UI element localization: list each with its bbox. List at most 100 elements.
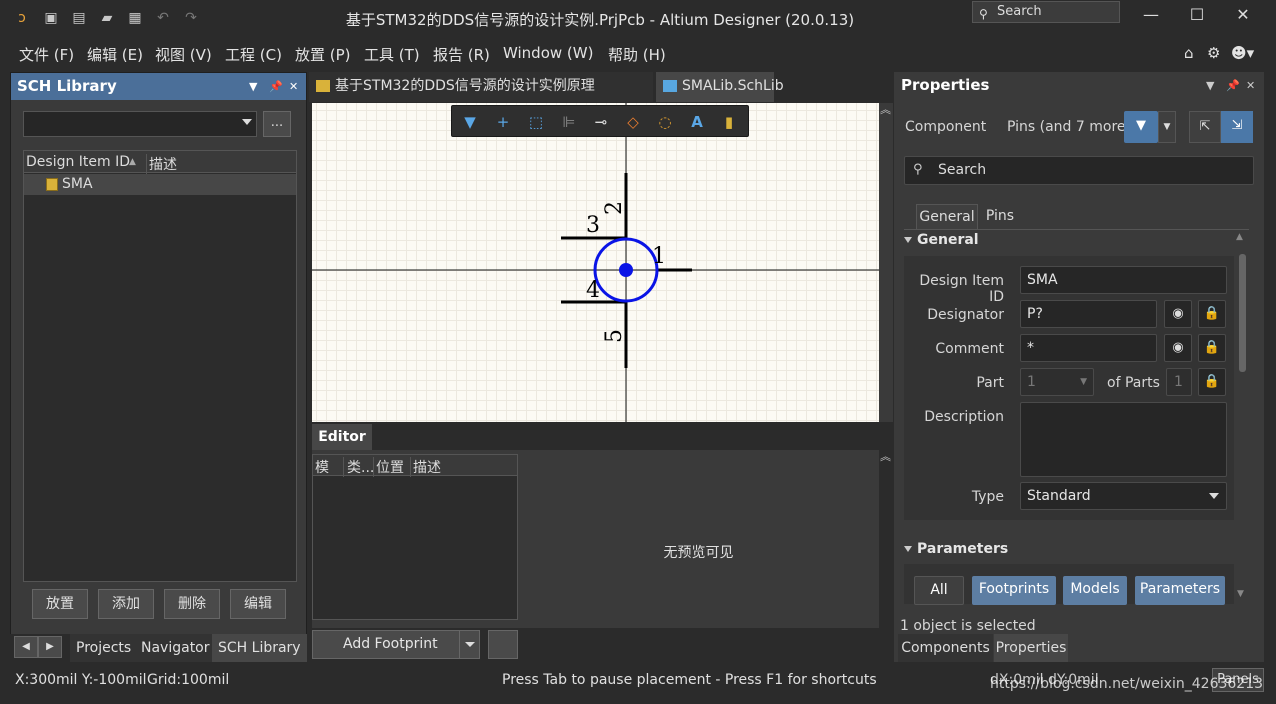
menu-window[interactable]: Window (W) (503, 44, 593, 62)
save-icon[interactable]: ▣ (42, 9, 60, 27)
csdn-watermark: https://blog.csdn.net/weixin_42636213 (990, 676, 1264, 692)
add-button[interactable]: 添加 (98, 589, 154, 619)
select-cursor-icon[interactable]: ⇲ (1221, 111, 1253, 143)
parameters-section-header[interactable]: Parameters (904, 541, 1008, 557)
panel-header: SCH Library ▼ 📌 ✕ (11, 73, 306, 100)
designator-field[interactable]: P? (1020, 300, 1157, 328)
open-project-icon[interactable]: ▦ (126, 9, 144, 27)
user-account-icon[interactable]: ☻▾ (1231, 44, 1254, 62)
editor-collapse-icon[interactable]: ︽ (880, 448, 891, 464)
param-filter-all[interactable]: All (914, 576, 964, 605)
part-select[interactable]: 1 ▼ (1020, 368, 1094, 396)
place-button[interactable]: 放置 (32, 589, 88, 619)
scroll-up-icon[interactable]: ▲ (1236, 232, 1243, 242)
tab-pins[interactable]: Pins (980, 204, 1020, 229)
column-type[interactable]: 类... (343, 457, 374, 477)
collapse-triangle-icon (904, 237, 912, 243)
close-button[interactable]: ✕ (1220, 0, 1266, 30)
library-options-button[interactable]: ... (263, 111, 291, 137)
menu-tools[interactable]: 工具 (T) (364, 44, 420, 65)
redo-icon[interactable]: ↷ (182, 9, 200, 27)
column-location[interactable]: 位置 (373, 457, 404, 477)
tab-properties[interactable]: Properties (994, 634, 1068, 662)
altium-logo-icon: ↄ (18, 10, 26, 26)
edit-button[interactable]: 编辑 (230, 589, 286, 619)
menu-place[interactable]: 放置 (P) (295, 44, 351, 65)
panel-menu-icon[interactable]: ▼ (249, 73, 257, 100)
panel-close-icon[interactable]: ✕ (289, 73, 298, 100)
filter-icon[interactable]: ▼ (460, 113, 480, 131)
pin-icon[interactable]: 📌 (269, 73, 283, 100)
save-all-icon[interactable]: ▤ (70, 9, 88, 27)
place-part-icon[interactable]: ▮ (719, 113, 739, 131)
tab-general[interactable]: General (916, 204, 978, 229)
designator-visibility-eye-icon[interactable]: ◉ (1164, 300, 1192, 328)
menu-project[interactable]: 工程 (C) (225, 44, 282, 65)
menu-view[interactable]: 视图 (V) (155, 44, 212, 65)
gear-icon[interactable]: ⚙ (1207, 44, 1220, 62)
add-footprint-dropdown[interactable] (459, 631, 479, 658)
panel-title: Properties (901, 76, 990, 94)
general-section-header[interactable]: General (904, 232, 979, 248)
add-footprint-button[interactable]: Add Footprint (312, 630, 480, 659)
description-field[interactable] (1020, 402, 1227, 477)
pin-icon[interactable]: 📌 (1226, 72, 1240, 99)
footprint-extra-button[interactable] (488, 630, 518, 659)
comment-field[interactable]: * (1020, 334, 1157, 362)
column-design-item-id[interactable]: Design Item ID (26, 154, 130, 170)
global-search-input[interactable]: ⚲ Search (972, 1, 1120, 23)
maximize-button[interactable]: ☐ (1174, 0, 1220, 30)
editor-tab[interactable]: Editor (312, 424, 372, 450)
column-description[interactable]: 描述 (146, 154, 177, 174)
undo-icon[interactable]: ↶ (154, 9, 172, 27)
place-pin-icon[interactable]: ⊸ (591, 113, 611, 131)
collapse-up-icon[interactable]: ︽ (880, 101, 891, 117)
arc-icon[interactable]: ◌ (655, 113, 675, 131)
properties-scrollbar-thumb[interactable] (1239, 254, 1246, 372)
select-rect-icon[interactable]: ⬚ (526, 113, 546, 131)
menu-help[interactable]: 帮助 (H) (608, 44, 666, 65)
tab-sch-library[interactable]: SCH Library (212, 634, 307, 662)
panel-menu-icon[interactable]: ▼ (1206, 72, 1214, 99)
param-filter-models[interactable]: Models (1063, 576, 1127, 605)
designator-lock-icon[interactable]: 🔒 (1198, 300, 1226, 328)
tab-schlib[interactable]: SMALib.SchLib (656, 72, 784, 102)
table-row[interactable]: SMA (24, 174, 296, 195)
design-item-id-field[interactable]: SMA (1020, 266, 1227, 294)
column-model[interactable]: 模 (315, 457, 329, 477)
param-filter-footprints[interactable]: Footprints (972, 576, 1056, 605)
comment-lock-icon[interactable]: 🔒 (1198, 334, 1226, 362)
param-filter-parameters[interactable]: Parameters (1135, 576, 1225, 605)
menu-file[interactable]: 文件 (F) (19, 44, 74, 65)
type-select[interactable]: Standard (1020, 482, 1227, 510)
tab-scroll-right-icon[interactable]: ▶ (38, 636, 62, 658)
properties-search-input[interactable]: ⚲ Search (904, 156, 1254, 185)
text-icon[interactable]: A (687, 113, 707, 131)
tab-navigator[interactable]: Navigator (135, 634, 216, 662)
library-filter-combo[interactable] (23, 111, 257, 137)
comment-visibility-eye-icon[interactable]: ◉ (1164, 334, 1192, 362)
filter-icon[interactable]: ▼ (1124, 111, 1158, 143)
schematic-canvas[interactable]: 1 2 3 4 5 ▼ + ⬚ ⊫ ⊸ ◇ ◌ A ▮ (312, 103, 879, 422)
column-description[interactable]: 描述 (410, 457, 441, 477)
panel-close-icon[interactable]: ✕ (1246, 72, 1255, 99)
open-folder-icon[interactable]: ▰ (98, 9, 116, 27)
scroll-down-icon[interactable]: ▼ (1237, 589, 1244, 599)
tab-schdoc[interactable]: 基于STM32的DDS信号源的设计实例原理图.SchDoc (309, 72, 653, 122)
filter-dropdown-icon[interactable]: ▼ (1158, 111, 1176, 143)
menu-reports[interactable]: 报告 (R) (433, 44, 490, 65)
menu-edit[interactable]: 编辑 (E) (87, 44, 143, 65)
selection-status: 1 object is selected (900, 618, 1036, 634)
tab-components[interactable]: Components (898, 634, 993, 662)
select-object-icon[interactable]: ⇱ (1189, 111, 1221, 143)
tab-scroll-left-icon[interactable]: ◀ (14, 636, 38, 658)
part-lock-icon[interactable]: 🔒 (1198, 368, 1226, 396)
tab-projects[interactable]: Projects (70, 634, 138, 662)
minimize-button[interactable]: — (1128, 0, 1174, 30)
align-icon[interactable]: ⊫ (559, 113, 579, 131)
chevron-down-icon (1209, 493, 1219, 499)
eraser-icon[interactable]: ◇ (623, 113, 643, 131)
drag-add-icon[interactable]: + (493, 113, 513, 131)
delete-button[interactable]: 删除 (164, 589, 220, 619)
home-icon[interactable]: ⌂ (1184, 44, 1194, 62)
